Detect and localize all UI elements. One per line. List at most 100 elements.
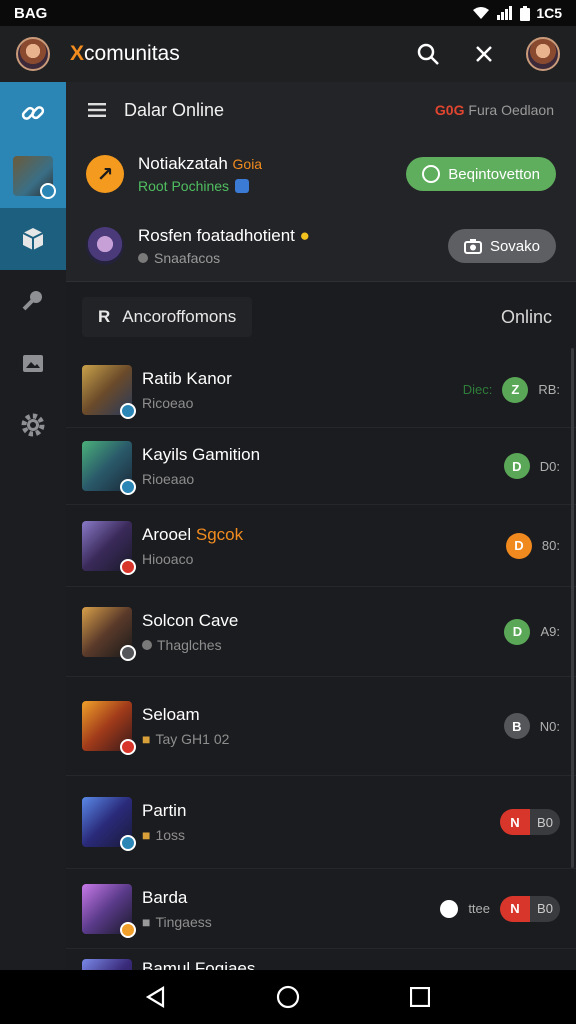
online-count: G0G [434, 102, 465, 118]
join-button[interactable]: Beqintovetton [406, 157, 556, 191]
cube-icon [22, 228, 44, 250]
list-item-name: Solcon Cave [142, 610, 239, 630]
status-pill-left: N [500, 809, 530, 835]
online-row-tag: Goia [232, 156, 263, 172]
list-scrollbar[interactable] [571, 348, 574, 868]
app-title-prefix: X [70, 42, 85, 65]
list-item[interactable]: Ratib Kanor Ricoeao Diec: Z RB: [66, 352, 576, 428]
platform-badge-icon [120, 739, 136, 755]
list-item[interactable]: Solcon Cave Thaglches D A9: [66, 587, 576, 677]
rail-item-gallery[interactable] [0, 332, 66, 394]
game-thumbnail [82, 797, 136, 851]
status-dot-icon [138, 253, 148, 263]
search-button[interactable] [414, 40, 442, 68]
sun-icon: ● [299, 226, 310, 245]
status-pill-left: N [500, 895, 530, 922]
rail-item-links[interactable] [0, 82, 66, 144]
back-button[interactable] [136, 977, 176, 1017]
game-thumbnail [82, 701, 136, 755]
join-button-label: Beqintovetton [448, 165, 540, 183]
friend-avatar[interactable] [526, 37, 560, 71]
game-thumbnail [82, 520, 136, 575]
online-row-sub: Root Pochines [138, 178, 262, 194]
gallery-icon [23, 355, 43, 372]
spectate-button-label: Sovako [489, 237, 540, 255]
rail-item-library[interactable] [0, 208, 66, 270]
list-item-name: Seloam [142, 705, 200, 724]
online-meta-text: Fura Oedlaon [468, 102, 554, 118]
list-item-sub-text: Thaglches [157, 636, 222, 653]
list-item[interactable]: Seloam ■ Tay GH1 02 B N0: [66, 677, 576, 776]
system-nav-bar [0, 970, 576, 1024]
online-row[interactable]: Rosfen foatadhotient ● Snaafacos Sovako [66, 210, 576, 282]
game-thumbnail [82, 364, 136, 419]
search-icon [417, 43, 439, 65]
lock-icon: ■ [142, 731, 151, 747]
status-time: BAG [14, 4, 48, 22]
list-item-sub-text: Tay GH1 02 [155, 731, 230, 747]
controller-icon: ■ [142, 827, 151, 843]
list-item-value: N0: [539, 718, 560, 734]
left-rail [0, 82, 66, 970]
list-item-name: Kayils Gamition [142, 445, 261, 464]
list-item-name: Ratib Kanor [142, 368, 232, 388]
status-icons: 1C5 [472, 5, 562, 21]
online-panel-title: Dalar Online [124, 99, 225, 120]
platform-badge-icon [120, 921, 136, 938]
online-row-name: Rosfen foatadhotient ● [138, 226, 310, 246]
close-icon [476, 46, 492, 62]
list-item-sub: Ricoeao [142, 394, 194, 411]
game-thumbnail [82, 606, 136, 661]
recents-icon [410, 987, 430, 1007]
back-icon [145, 986, 165, 1008]
list-item-name-accent: Sgcok [195, 524, 244, 544]
game-thumbnail [82, 441, 136, 495]
list-item[interactable]: Barda ■ Tingaess ttee N B0 [66, 869, 576, 949]
list-item-value: A9: [540, 624, 560, 639]
list-item-value: 80: [541, 538, 560, 553]
rail-item-keys[interactable] [0, 270, 66, 332]
bolt-icon: ↗ [86, 155, 124, 193]
home-button[interactable] [268, 977, 308, 1017]
controller-icon: ■ [142, 913, 151, 930]
app-header: X comunitas [0, 26, 576, 82]
signal-icon [496, 6, 514, 20]
online-row-sub-text: Root Pochines [138, 178, 230, 194]
list-item[interactable]: Arooel Sgcok Hiooaco D 80: [66, 505, 576, 587]
close-button[interactable] [470, 40, 498, 68]
wifi-icon [472, 6, 490, 20]
home-icon [276, 985, 300, 1009]
platform-badge-icon [120, 402, 136, 419]
online-row-name-text: Rosfen foatadhotient [138, 226, 295, 245]
status-pill: N B0 [500, 895, 560, 922]
sort-dropdown[interactable]: R Ancoroffomons [82, 297, 253, 337]
sort-letter: R [98, 307, 111, 326]
platform-badge-icon [120, 558, 136, 575]
recents-button[interactable] [400, 977, 440, 1017]
online-panel-meta: G0G Fura Oedlaon [435, 102, 554, 118]
status-pill: N B0 [500, 809, 560, 835]
gear-icon [21, 413, 45, 437]
profile-avatar[interactable] [16, 37, 50, 71]
online-row[interactable]: ↗ Notiakzatah Goia Root Pochines Beqinto… [66, 138, 576, 210]
list-item[interactable]: Partin ■ 1oss N B0 [66, 776, 576, 869]
list-item-mini: Diec: [462, 382, 493, 397]
friends-list: Ratib Kanor Ricoeao Diec: Z RB: Kayils G… [66, 352, 576, 970]
menu-icon[interactable] [88, 103, 106, 117]
online-filter[interactable]: Onlinc [501, 307, 552, 328]
online-row-sub-text: Snaafacos [154, 250, 221, 266]
rail-item-game[interactable] [0, 144, 66, 208]
camera-icon [463, 239, 482, 254]
list-item-sub: ■ Tingaess [142, 914, 212, 930]
status-pill-right: B0 [530, 895, 560, 922]
spectate-button[interactable]: Sovako [447, 229, 556, 263]
list-item[interactable]: Kayils Gamition Rioeaao D D0: [66, 428, 576, 505]
rail-item-settings[interactable] [0, 394, 66, 456]
status-dot: Z [502, 376, 529, 403]
chat-icon[interactable] [440, 899, 459, 918]
list-item-sub: Rioeaao [142, 471, 195, 487]
app-title: X comunitas [70, 42, 180, 66]
list-item-sub: ■ Tay GH1 02 [142, 731, 229, 747]
user-avatar [86, 227, 124, 265]
list-item[interactable]: Bamul Foqiaes [66, 949, 576, 970]
